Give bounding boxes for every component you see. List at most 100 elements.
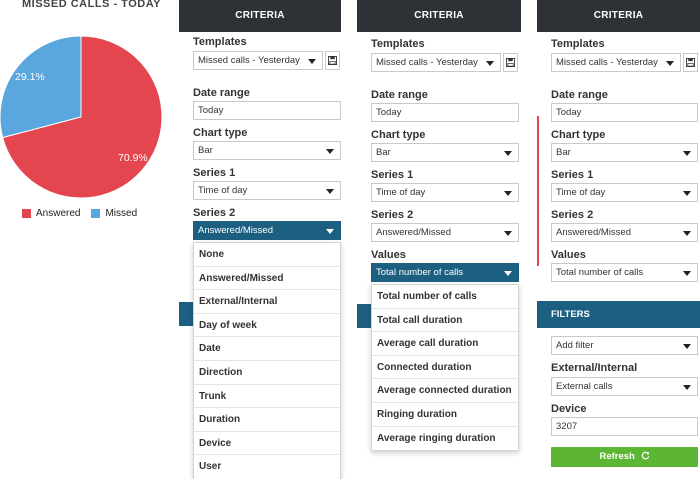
date-range-input[interactable]: Today [371,103,519,122]
series-1-select[interactable]: Time of day [193,181,341,200]
save-template-button[interactable] [325,51,340,70]
templates-label: Templates [371,38,425,50]
criteria-header: CRITERIA [537,0,700,32]
series-2-value: Answered/Missed [376,227,451,238]
dropdown-option[interactable]: Average call duration [372,332,518,356]
chevron-down-icon [683,385,691,390]
dropdown-option[interactable]: Device [194,432,340,456]
chevron-down-icon [326,189,334,194]
chevron-down-icon [486,61,494,66]
filters-bar-edge [357,304,371,328]
series-2-label: Series 2 [371,209,414,221]
floppy-disk-icon [328,56,337,65]
series-1-label: Series 1 [193,167,236,179]
dropdown-option[interactable]: Day of week [194,314,340,338]
chevron-down-icon [683,191,691,196]
criteria-header: CRITERIA [357,0,521,32]
add-filter-select[interactable]: Add filter [551,336,698,355]
legend-swatch-answered [22,209,31,218]
date-range-input[interactable]: Today [193,101,341,120]
series-2-label: Series 2 [193,207,236,219]
series-1-select[interactable]: Time of day [551,183,698,202]
chart-type-label: Chart type [193,127,248,139]
values-label: Values [551,249,586,261]
device-label: Device [551,403,587,415]
values-value: Total number of calls [556,267,644,278]
templates-select[interactable]: Missed calls - Yesterday [551,53,681,72]
external-internal-select[interactable]: External calls [551,377,698,396]
pie-chart [0,36,162,198]
series-2-select[interactable]: Answered/Missed [193,221,341,240]
save-template-button[interactable] [683,53,698,72]
templates-value: Missed calls - Yesterday [376,57,478,68]
refresh-button[interactable]: Refresh [551,447,698,467]
series-1-select[interactable]: Time of day [371,183,519,202]
templates-select[interactable]: Missed calls - Yesterday [193,51,323,70]
chart-type-label: Chart type [551,129,606,141]
device-input[interactable]: 3207 [551,417,698,436]
series-1-value: Time of day [556,187,606,198]
dropdown-option[interactable]: External/Internal [194,290,340,314]
filters-header: FILTERS [537,301,700,328]
chart-type-label: Chart type [371,129,426,141]
chart-type-value: Bar [376,147,391,158]
series-2-value: Answered/Missed [198,225,273,236]
values-select[interactable]: Total number of calls [371,263,519,282]
dropdown-option[interactable]: Average connected duration [372,379,518,403]
chart-title: MISSED CALLS - TODAY [22,0,161,10]
legend-label-missed: Missed [105,208,138,219]
chevron-down-icon [504,151,512,156]
series-1-value: Time of day [198,185,248,196]
dropdown-option[interactable]: Ringing duration [372,403,518,427]
dropdown-option[interactable]: Direction [194,361,340,385]
chevron-down-icon [504,271,512,276]
dropdown-option[interactable]: User [194,455,340,479]
chevron-down-icon [326,149,334,154]
date-range-input[interactable]: Today [551,103,698,122]
chevron-down-icon [308,59,316,64]
chart-legend: Answered Missed [22,208,137,219]
refresh-icon [641,451,649,460]
dropdown-option[interactable]: Average ringing duration [372,427,518,451]
templates-select[interactable]: Missed calls - Yesterday [371,53,501,72]
date-range-label: Date range [371,89,428,101]
criteria-panel-2: CRITERIA Templates Missed calls - Yester… [357,0,521,479]
chart-edge-sliver [537,116,539,266]
dropdown-option[interactable]: Total number of calls [372,285,518,309]
dropdown-option[interactable]: Date [194,337,340,361]
pie-label-missed: 29.1% [15,71,45,83]
filters-bar-edge [179,302,193,326]
values-label: Values [371,249,406,261]
dropdown-option[interactable]: Connected duration [372,356,518,380]
templates-label: Templates [551,38,605,50]
chevron-down-icon [504,231,512,236]
series-2-select[interactable]: Answered/Missed [551,223,698,242]
date-range-label: Date range [193,87,250,99]
series-1-label: Series 1 [551,169,594,181]
pie-label-answered: 70.9% [118,152,148,164]
series-1-label: Series 1 [371,169,414,181]
criteria-panel-3: CRITERIA Templates Missed calls - Yester… [537,0,700,479]
chart-type-select[interactable]: Bar [193,141,341,160]
save-template-button[interactable] [503,53,518,72]
dropdown-option[interactable]: Total call duration [372,309,518,333]
dropdown-option[interactable]: None [194,243,340,267]
criteria-header: CRITERIA [179,0,341,32]
floppy-disk-icon [686,58,695,67]
legend-swatch-missed [91,209,101,218]
dropdown-option[interactable]: Trunk [194,385,340,409]
values-select[interactable]: Total number of calls [551,263,698,282]
chart-type-value: Bar [198,145,213,156]
criteria-panel-1: CRITERIA Templates Missed calls - Yester… [179,0,341,479]
templates-value: Missed calls - Yesterday [556,57,658,68]
date-range-label: Date range [551,89,608,101]
external-internal-label: External/Internal [551,362,638,374]
dropdown-option[interactable]: Answered/Missed [194,267,340,291]
refresh-label: Refresh [599,451,635,462]
external-internal-value: External calls [556,381,613,392]
chart-type-select[interactable]: Bar [371,143,519,162]
values-dropdown: Total number of calls Total call duratio… [371,284,519,452]
dropdown-option[interactable]: Duration [194,408,340,432]
chart-type-select[interactable]: Bar [551,143,698,162]
series-2-select[interactable]: Answered/Missed [371,223,519,242]
